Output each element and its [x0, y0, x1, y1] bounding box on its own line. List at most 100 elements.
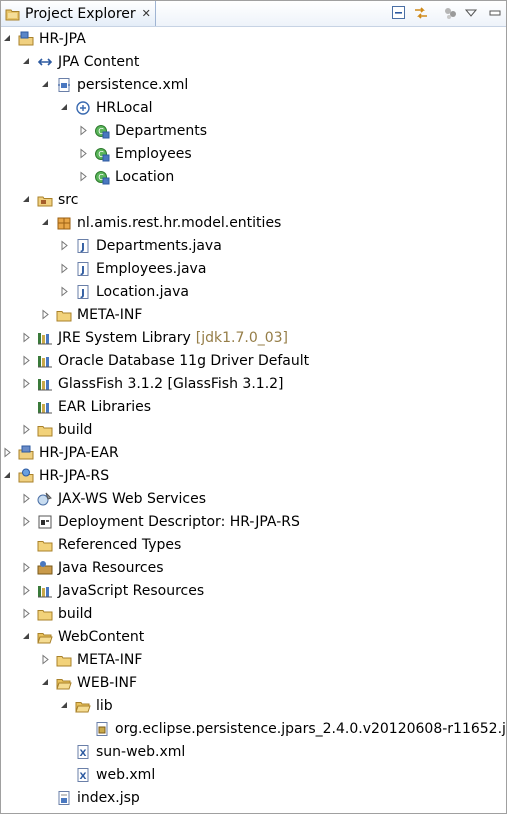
collapsed-arrow-icon[interactable] [78, 125, 89, 136]
collapsed-arrow-icon[interactable] [21, 378, 32, 389]
open-folder-icon [56, 675, 72, 691]
folder-icon [37, 422, 53, 438]
link-with-editor-icon[interactable] [413, 5, 429, 21]
tree-item-jre-system-library[interactable]: JRE System Library [jdk1.7.0_03] [1, 326, 506, 349]
tree-item-label: JRE System Library [58, 329, 191, 346]
tree-item-build[interactable]: build [1, 602, 506, 625]
project-explorer-icon [5, 6, 21, 22]
expanded-arrow-icon[interactable] [21, 631, 32, 642]
tree-item-location[interactable]: C Location [1, 165, 506, 188]
tree-item-label: persistence.xml [77, 76, 189, 93]
tree-item-employees-java[interactable]: J Employees.java [1, 257, 506, 280]
tree-item-label: src [58, 191, 79, 208]
expanded-arrow-icon[interactable] [59, 700, 70, 711]
deployment-descriptor-icon [37, 514, 53, 530]
tree-item-label: Java Resources [58, 559, 164, 576]
collapsed-arrow-icon[interactable] [21, 355, 32, 366]
tree-item-label: org.eclipse.persistence.jpars_2.4.0.v201… [115, 720, 507, 737]
tree-item-hr-jpa[interactable]: HR-JPA [1, 27, 506, 50]
collapsed-arrow-icon[interactable] [21, 516, 32, 527]
tree-item-jpa-content[interactable]: JPA Content [1, 50, 506, 73]
tree-item-org-eclipse-persistence-jpars-2-4-0-v20120608-r11652-jar[interactable]: org.eclipse.persistence.jpars_2.4.0.v201… [1, 717, 507, 740]
tree-item-departments[interactable]: C Departments [1, 119, 506, 142]
tree-item-employees[interactable]: C Employees [1, 142, 506, 165]
tree-item-hrlocal[interactable]: HRLocal [1, 96, 506, 119]
tree-item-deployment-descriptor-hr-jpa-rs[interactable]: Deployment Descriptor: HR-JPA-RS [1, 510, 506, 533]
svg-text:J: J [80, 288, 85, 299]
tree-item-lib[interactable]: lib [1, 694, 506, 717]
collapse-all-icon[interactable] [391, 5, 407, 21]
tree-item-build[interactable]: build [1, 418, 506, 441]
java-file-icon: J [75, 284, 91, 300]
collapsed-arrow-icon[interactable] [40, 309, 51, 320]
tree-item-src[interactable]: src [1, 188, 506, 211]
web-services-icon [37, 491, 53, 507]
collapsed-arrow-icon[interactable] [21, 493, 32, 504]
folder-icon [56, 652, 72, 668]
tree-item-label: JPA Content [58, 53, 140, 70]
filters-icon[interactable] [443, 5, 459, 21]
minimize-icon[interactable] [487, 5, 503, 21]
tree-item-departments-java[interactable]: J Departments.java [1, 234, 506, 257]
expanded-arrow-icon[interactable] [59, 102, 70, 113]
java-file-icon: J [75, 238, 91, 254]
tree-item-referenced-types[interactable]: Referenced Types [1, 533, 506, 556]
tree-item-oracle-database-11g-driver-default[interactable]: Oracle Database 11g Driver Default [1, 349, 506, 372]
tree-item-index-jsp[interactable]: index.jsp [1, 786, 506, 809]
collapsed-arrow-icon[interactable] [21, 332, 32, 343]
tree-item-label: Departments [115, 122, 208, 139]
collapsed-arrow-icon[interactable] [59, 286, 70, 297]
collapsed-arrow-icon[interactable] [59, 263, 70, 274]
collapsed-arrow-icon[interactable] [21, 608, 32, 619]
tree-item-persistence-xml[interactable]: persistence.xml [1, 73, 506, 96]
view-menu-icon[interactable] [463, 5, 479, 21]
tree-item-hr-jpa-rs[interactable]: HR-JPA-RS [1, 464, 506, 487]
tree-item-meta-inf[interactable]: META-INF [1, 648, 506, 671]
library-icon [37, 353, 53, 369]
folder-icon [56, 307, 72, 323]
tree-item-label: web.xml [96, 766, 156, 783]
tree-item-meta-inf[interactable]: META-INF [1, 303, 506, 326]
expanded-arrow-icon[interactable] [2, 33, 13, 44]
tree-item-webcontent[interactable]: WebContent [1, 625, 506, 648]
library-icon [37, 583, 53, 599]
collapsed-arrow-icon[interactable] [21, 562, 32, 573]
tree-item-location-java[interactable]: J Location.java [1, 280, 506, 303]
expanded-arrow-icon[interactable] [21, 194, 32, 205]
tree-item-ear-libraries[interactable]: EAR Libraries [1, 395, 506, 418]
tree-item-web-xml[interactable]: Xweb.xml [1, 763, 506, 786]
library-icon [37, 399, 53, 415]
collapsed-arrow-icon[interactable] [2, 447, 13, 458]
folder-icon [37, 537, 53, 553]
persistence-unit-icon [75, 100, 91, 116]
xml-file-icon: X [75, 744, 91, 760]
tree-item-web-inf[interactable]: WEB-INF [1, 671, 506, 694]
expanded-arrow-icon[interactable] [21, 56, 32, 67]
tree-item-label: WebContent [58, 628, 145, 645]
tree-item-nl-amis-rest-hr-model-entities[interactable]: nl.amis.rest.hr.model.entities [1, 211, 506, 234]
tree-item-sun-web-xml[interactable]: Xsun-web.xml [1, 740, 506, 763]
tree-item-jax-ws-web-services[interactable]: JAX-WS Web Services [1, 487, 506, 510]
expanded-arrow-icon[interactable] [40, 677, 51, 688]
expanded-arrow-icon[interactable] [40, 217, 51, 228]
tree-item-glassfish-3-1-2-glassfish-3-1-2[interactable]: GlassFish 3.1.2 [GlassFish 3.1.2] [1, 372, 506, 395]
tree-item-java-resources[interactable]: Java Resources [1, 556, 506, 579]
collapsed-arrow-icon[interactable] [78, 148, 89, 159]
close-icon[interactable]: ✕ [142, 7, 151, 20]
collapsed-arrow-icon[interactable] [78, 171, 89, 182]
collapsed-arrow-icon[interactable] [21, 424, 32, 435]
tree-item-javascript-resources[interactable]: JavaScript Resources [1, 579, 506, 602]
expanded-arrow-icon[interactable] [40, 79, 51, 90]
tree-item-label: HR-JPA-RS [39, 467, 110, 484]
collapsed-arrow-icon[interactable] [59, 240, 70, 251]
expanded-arrow-icon[interactable] [2, 470, 13, 481]
tree-item-hr-jpa-ear[interactable]: HR-JPA-EAR [1, 441, 506, 464]
collapsed-arrow-icon[interactable] [21, 585, 32, 596]
tree-item-label: Location [115, 168, 175, 185]
web-project-icon [18, 468, 34, 484]
tab-project-explorer[interactable]: Project Explorer ✕ [1, 1, 156, 26]
collapsed-arrow-icon[interactable] [40, 654, 51, 665]
